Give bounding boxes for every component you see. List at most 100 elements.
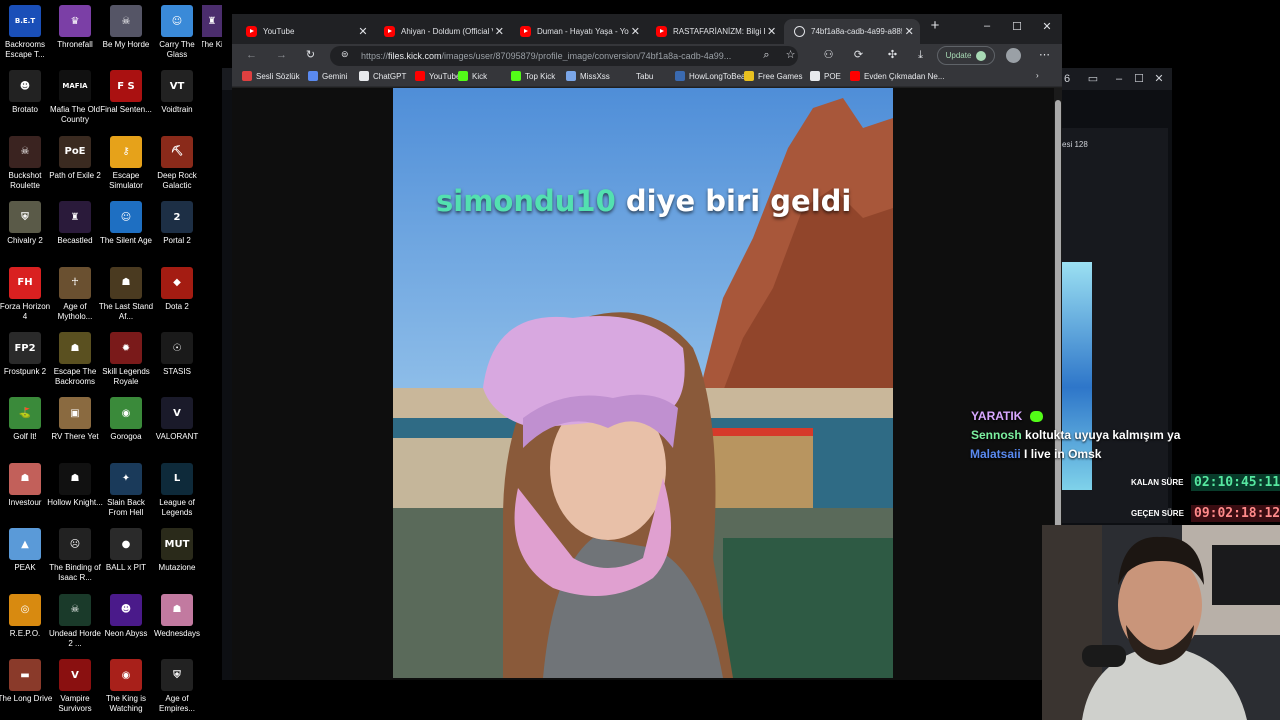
desktop-shortcut[interactable]: ◆ Dota 2 — [152, 266, 202, 331]
desktop-shortcut[interactable]: VT Voidtrain — [152, 70, 202, 134]
bookmark-star-icon[interactable]: ☆ — [782, 47, 799, 64]
desktop-shortcut[interactable]: ☻ Neon Abyss — [101, 593, 151, 658]
chat-emote-icon — [1029, 411, 1043, 423]
site-info-icon[interactable]: ⊜ — [341, 49, 349, 60]
stream-app-minimize-icon[interactable]: – — [1112, 72, 1126, 86]
desktop-shortcut[interactable]: FH Forza Horizon 4 — [0, 266, 50, 331]
desktop-shortcut[interactable]: ☗ Hollow Knight... — [47, 462, 103, 527]
desktop-shortcut[interactable]: ▣ RV There Yet — [50, 397, 100, 461]
bookmark-icon — [850, 71, 860, 81]
desktop-shortcut[interactable]: ✹ Skill Legends Royale — [101, 332, 151, 396]
desktop-shortcut[interactable]: ◎ R.E.P.O. — [0, 593, 50, 658]
desktop-shortcut[interactable]: PoE Path of Exile 2 — [49, 135, 101, 200]
desktop-shortcut[interactable]: ⛏ Deep Rock Galactic — [152, 135, 202, 200]
desktop-shortcut[interactable]: ☗ Wednesdays — [152, 593, 202, 658]
desktop-shortcut[interactable]: ☠ Be My Horde — [101, 5, 151, 69]
extensions-puzzle-icon[interactable]: ✣ — [884, 47, 901, 64]
forward-icon[interactable]: → — [273, 47, 290, 64]
desktop-shortcut[interactable]: ☗ Investour — [0, 462, 50, 527]
bookmarks-overflow-chevron-icon[interactable]: › — [1036, 71, 1039, 80]
close-icon[interactable]: ✕ — [902, 25, 916, 38]
survivor-icon: ☗ — [110, 266, 142, 299]
address-bar[interactable]: ⊜ https://files.kick.com/images/user/870… — [330, 46, 798, 66]
tab-duman[interactable]: Duman - Hayatı Yaşa - You ✕ — [510, 19, 646, 44]
stream-app-close-icon[interactable]: ✕ — [1152, 72, 1166, 86]
desktop-shortcut[interactable]: ⛨ Chivalry 2 — [0, 201, 50, 265]
desktop-shortcut[interactable]: ▲ PEAK — [0, 528, 50, 592]
bookmark-item[interactable]: Tabu — [622, 71, 653, 81]
extension-icon[interactable]: ⚇ — [820, 47, 837, 64]
desktop-shortcut[interactable]: ⛨ Age of Empires... — [152, 659, 202, 720]
desktop-shortcut[interactable]: ⚷ Escape Simulator — [101, 135, 151, 200]
bookmark-item[interactable]: Free Games — [744, 71, 802, 81]
tab-ahiyan[interactable]: Ahiyan - Doldum (Official V ✕ — [374, 19, 510, 44]
desktop-shortcut[interactable]: V VALORANT — [152, 397, 202, 461]
minimize-icon[interactable]: – — [972, 20, 1002, 38]
close-icon[interactable]: ✕ — [629, 25, 642, 38]
desktop-shortcut[interactable]: ☹ The Binding of Isaac R... — [49, 528, 101, 592]
tab-youtube[interactable]: YouTube ✕ — [236, 19, 374, 44]
desktop-shortcut[interactable]: ☉ STASIS — [152, 332, 202, 396]
address-url[interactable]: https://files.kick.com/images/user/87095… — [361, 51, 761, 61]
desktop-shortcut[interactable]: ⛳ Golf It! — [0, 397, 50, 461]
desktop-shortcut[interactable]: L League of Legends — [152, 462, 202, 527]
close-icon[interactable]: ✕ — [493, 25, 506, 38]
bookmark-item[interactable]: ChatGPT — [359, 71, 406, 81]
desktop-shortcut[interactable]: ◉ Gorogoa — [101, 397, 151, 461]
desktop-shortcut[interactable]: ☥ Age of Mytholo... — [50, 266, 100, 331]
sync-icon[interactable]: ⟳ — [850, 47, 867, 64]
stream-app-pip-icon[interactable]: ▭ — [1086, 72, 1100, 86]
desktop-shortcut[interactable]: ♜ For The King II — [202, 5, 222, 69]
stream-app-settings-icon[interactable]: 6 — [1060, 72, 1074, 86]
bookmark-item[interactable]: Top Kick — [511, 71, 555, 81]
back-icon[interactable]: ← — [243, 47, 260, 64]
close-icon[interactable]: ✕ — [356, 25, 370, 38]
stream-app-maximize-icon[interactable]: ☐ — [1132, 72, 1146, 86]
desktop-shortcut[interactable]: ☠ Undead Horde 2 ... — [49, 593, 101, 658]
bookmark-item[interactable]: HowLongToBeat — [675, 71, 748, 81]
close-icon[interactable]: ✕ — [765, 25, 778, 38]
desktop-shortcut[interactable]: ☺ Carry The Glass — [152, 5, 202, 69]
bookmark-item[interactable]: MissXss — [566, 71, 610, 81]
desktop-shortcut[interactable]: ☺ The Silent Age — [100, 201, 152, 265]
desktop-shortcut[interactable]: ◉ The King is Watching — [101, 659, 151, 720]
desktop-shortcut[interactable]: MAFIA Mafia The Old Country — [50, 70, 100, 134]
desktop-shortcut-label: Chivalry 2 — [7, 236, 43, 246]
desktop-shortcut[interactable]: ☠ Buckshot Roulette — [0, 135, 50, 200]
bookmark-item[interactable]: Sesli Sözlük — [242, 71, 300, 81]
desktop-shortcut[interactable]: ✦ Slain Back From Hell — [101, 462, 151, 527]
desktop-shortcut-label: Thronefall — [57, 40, 93, 49]
bookmark-item[interactable]: POE — [810, 71, 841, 81]
zoom-icon[interactable]: ⌕ — [758, 47, 775, 64]
profile-avatar[interactable] — [1006, 48, 1021, 63]
desktop-shortcut[interactable]: F S Final Senten... — [100, 70, 152, 134]
desktop-shortcut[interactable]: ☻ Brotato — [0, 70, 50, 134]
menu-icon[interactable]: ⋯ — [1036, 47, 1053, 64]
maximize-icon[interactable]: ☐ — [1002, 20, 1032, 38]
reload-icon[interactable]: ↻ — [302, 47, 319, 64]
update-button[interactable]: Update — [937, 46, 995, 65]
desktop-shortcut[interactable]: ☗ Escape The Backrooms — [50, 332, 100, 396]
train-icon: VT — [161, 70, 193, 103]
desktop-shortcut[interactable]: ● BALL x PIT — [101, 528, 151, 592]
desktop-shortcut[interactable]: V Vampire Survivors — [50, 659, 100, 720]
bookmark-item[interactable]: Evden Çıkmadan Ne... — [850, 71, 944, 81]
desktop-shortcut[interactable]: 2 Portal 2 — [152, 201, 202, 265]
bookmark-item[interactable]: Gemini — [308, 71, 347, 81]
downloads-icon[interactable]: ⤓ — [912, 47, 929, 64]
tab-rastafarianizm[interactable]: RASTAFARİANİZM: Bilgi Bit ✕ — [646, 19, 782, 44]
desktop-shortcut-label: RV There Yet — [51, 432, 99, 442]
new-tab-button[interactable]: + — [920, 17, 950, 35]
window-close-icon[interactable]: ✕ — [1032, 20, 1062, 38]
bet-icon: B.E.T — [9, 5, 41, 37]
bookmark-item[interactable]: Kick — [458, 71, 487, 81]
bookmark-item[interactable]: YouTube — [415, 71, 460, 81]
desktop-shortcut[interactable]: ▬ The Long Drive — [0, 659, 52, 720]
desktop-shortcut[interactable]: B.E.T Backrooms Escape T... — [0, 5, 50, 69]
desktop-shortcut[interactable]: ♜ Becastled — [50, 201, 100, 265]
tab-image-active[interactable]: 74bf1a8a-cadb-4a99-a885 ✕ — [784, 19, 920, 44]
desktop-shortcut[interactable]: ♛ Thronefall — [50, 5, 100, 69]
desktop-shortcut[interactable]: FP2 Frostpunk 2 — [0, 332, 50, 396]
desktop-shortcut[interactable]: MUT Mutazione — [152, 528, 202, 592]
desktop-shortcut[interactable]: ☗ The Last Stand Af... — [99, 266, 153, 331]
